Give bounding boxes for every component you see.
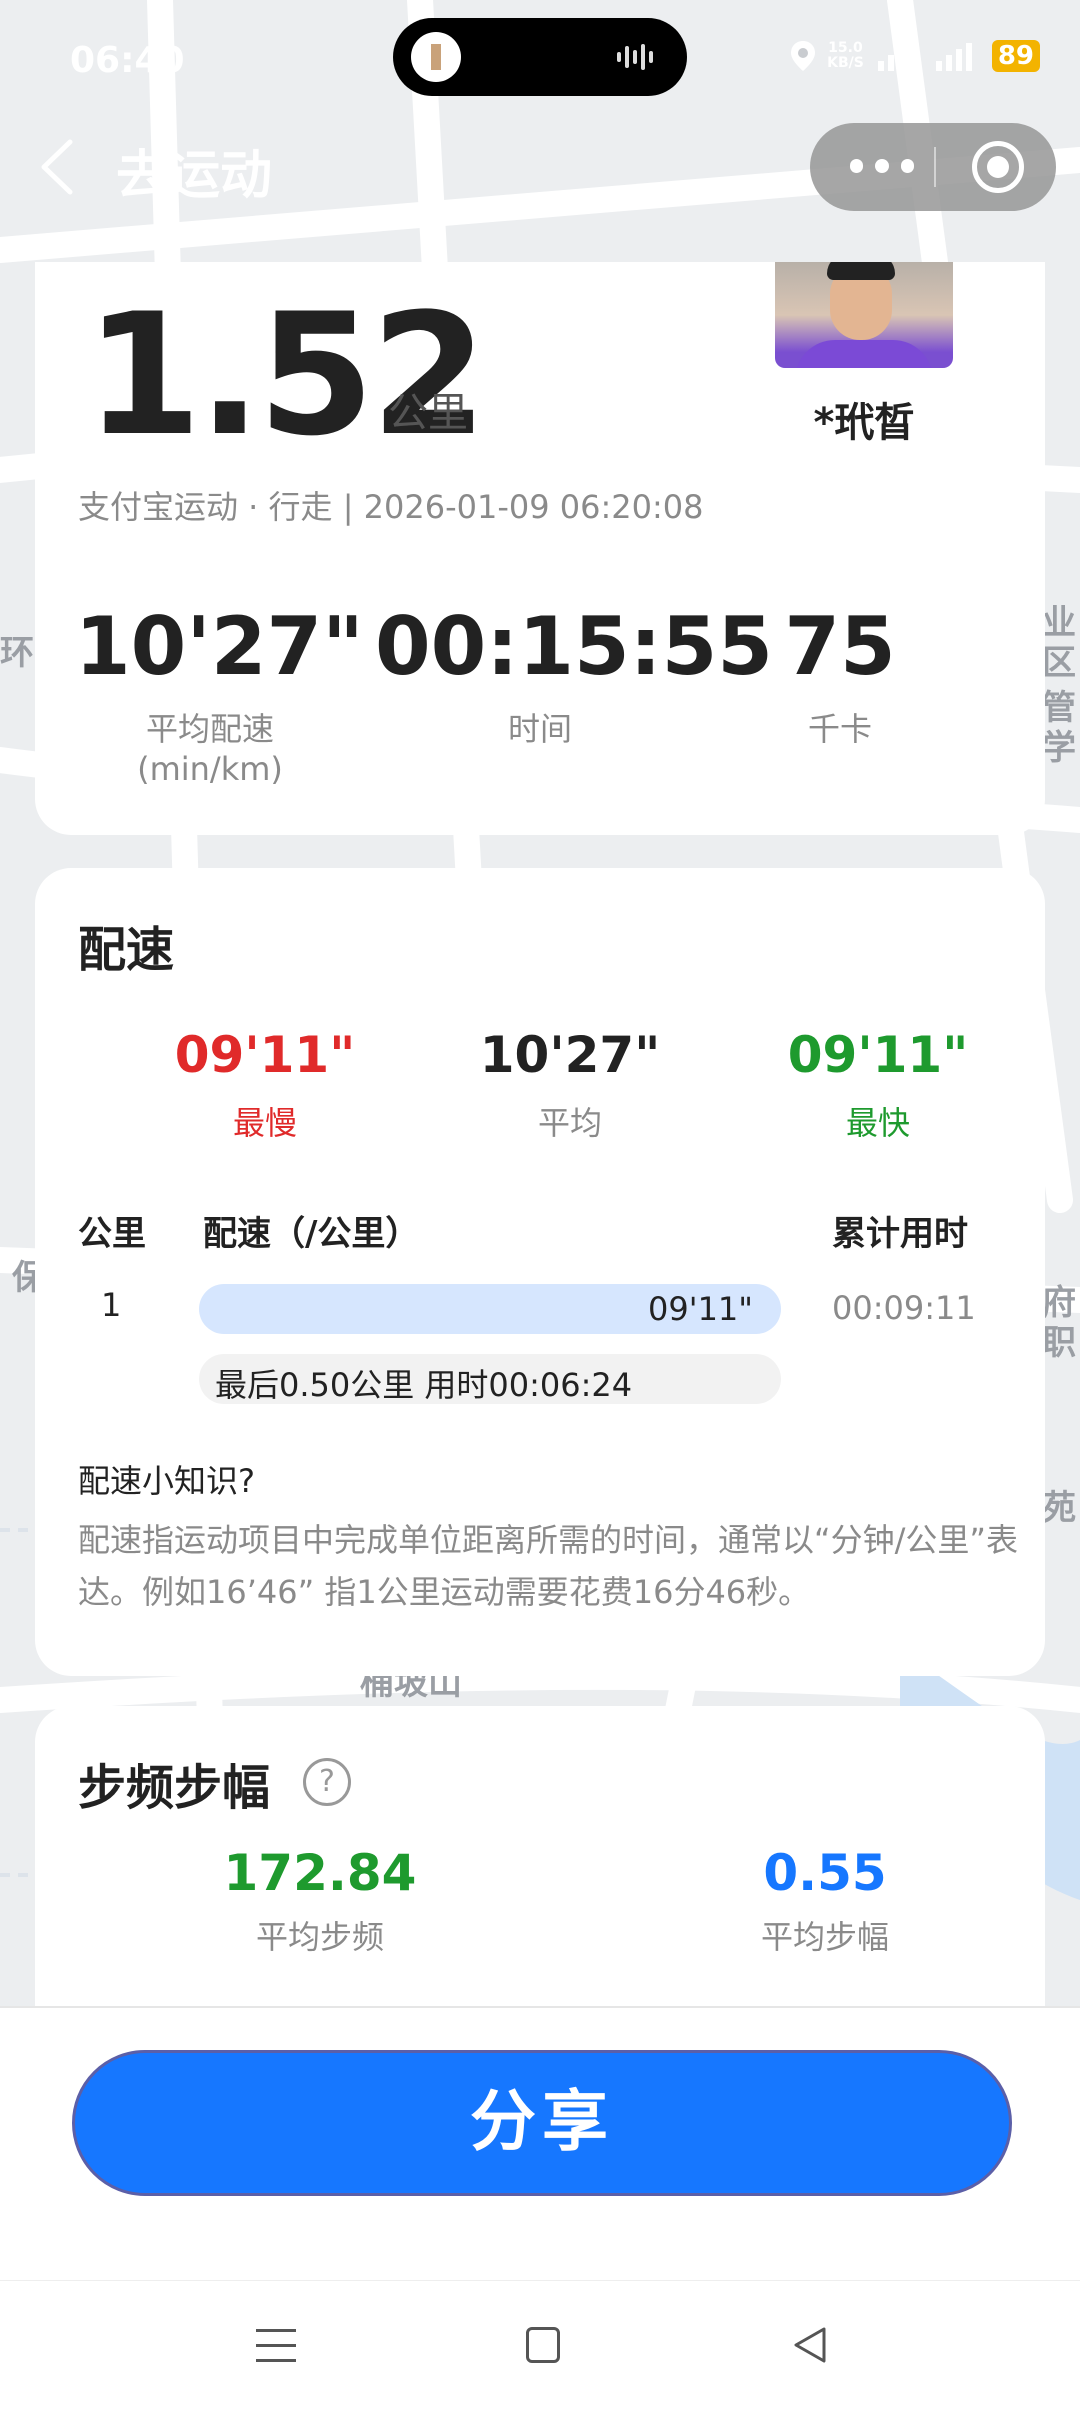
close-target-icon[interactable] [972,141,1024,193]
cadence-card: 步频步幅 ? 172.84 平均步频 0.55 平均步幅 [35,1706,1045,2016]
username: *玳晳 [813,400,915,446]
signal-icon [877,43,914,71]
pace-card: 配速 09'11" 最慢 10'27" 平均 09'11" 最快 公里 配速（/… [35,868,1045,1676]
duration-stat: 00:15:55 时间 [375,600,773,750]
split-km: 1 [101,1286,122,1324]
mini-program-capsule [810,123,1056,211]
cadence-section-title: 步频步幅 [78,1760,271,1816]
help-icon[interactable]: ? [303,1758,351,1806]
duration-label: 时间 [507,710,572,748]
system-navigation-bar [0,2280,1080,2412]
more-icon[interactable] [850,159,914,175]
map-label: 环 [0,633,34,673]
slowest-pace-label: 最慢 [232,1104,297,1142]
footer: 分享 [0,2006,1080,2280]
music-disc-icon [411,32,461,82]
avg-cadence-label: 平均步频 [255,1918,384,1956]
avg-pace-label: 平均配速(min/km) [137,710,283,788]
last-segment-info: 最后0.50公里 用时00:06:24 [199,1354,781,1404]
network-speed-value: 15.0 [828,40,863,56]
page-title: 去运动 [116,146,273,206]
calories-stat: 75 千卡 [755,602,925,750]
status-time: 06:40 [70,40,185,81]
distance-value: 1.52 [85,277,488,473]
slowest-pace: 09'11" 最慢 [135,1026,395,1144]
distance-unit: 公里 [388,390,468,436]
capsule-divider [934,147,936,187]
back-arrow-icon[interactable] [36,138,76,196]
pace-tip-title[interactable]: 配速小知识? [78,1456,255,1502]
duration-value: 00:15:55 [375,600,773,693]
fastest-pace-label: 最快 [845,1104,910,1142]
avg-cadence-value: 172.84 [223,1844,417,1902]
map-label: 苑 [1042,1488,1076,1528]
map-label: 区 [1042,643,1076,683]
pace-section-title: 配速 [78,922,175,978]
avatar[interactable] [775,262,953,368]
summary-card: 1.52 公里 *玳晳 支付宝运动 · 行走 | 2026-01-09 06:2… [35,262,1045,835]
activity-meta: 支付宝运动 · 行走 | 2026-01-09 06:20:08 [78,488,704,526]
average-pace-label: 平均 [537,1104,602,1142]
share-button[interactable]: 分享 [72,2050,1012,2196]
map-label: 学 [1042,728,1076,768]
fastest-pace-value: 09'11" [787,1026,969,1084]
map-label: 职 [1042,1323,1076,1363]
column-header-cumulative: 累计用时 [832,1214,968,1254]
average-pace-value: 10'27" [479,1026,661,1084]
calories-label: 千卡 [807,710,872,748]
avg-pace-stat: 10'27" 平均配速(min/km) [75,600,364,789]
split-pace-value: 09'11" [648,1290,753,1328]
split-pace-bar: 09'11" [199,1284,781,1334]
recent-apps-icon[interactable] [256,2329,296,2365]
dynamic-island[interactable] [393,18,687,96]
avg-stride: 0.55 平均步幅 [675,1844,975,1958]
column-header-pace: 配速（/公里） [203,1214,420,1254]
slowest-pace-value: 09'11" [174,1026,356,1084]
avg-stride-value: 0.55 [763,1844,887,1902]
home-icon[interactable] [526,2327,560,2363]
signal-icon [935,43,972,71]
back-triangle-icon[interactable] [790,2325,830,2365]
network-speed-unit: KB/S [827,55,864,71]
avg-cadence: 172.84 平均步频 [170,1844,470,1958]
column-header-km: 公里 [78,1214,146,1254]
battery-indicator: 89 [991,40,1040,72]
pace-tip-body: 配速指运动项目中完成单位距离所需的时间，通常以“分钟/公里”表达。例如16’46… [78,1521,1018,1611]
system-icons: 15.0 KB/S 89 [791,40,1040,72]
audio-wave-icon [617,44,663,72]
location-icon [791,41,816,71]
network-speed: 15.0 KB/S [827,41,864,71]
avg-stride-label: 平均步幅 [760,1918,889,1956]
calories-value: 75 [784,600,896,693]
avg-pace-value: 10'27" [75,600,364,693]
split-cumulative-time: 00:09:11 [832,1289,976,1327]
average-pace: 10'27" 平均 [440,1026,700,1144]
status-bar: 06:40 15.0 KB/S 89 [0,0,1080,120]
fastest-pace: 09'11" 最快 [748,1026,1008,1144]
